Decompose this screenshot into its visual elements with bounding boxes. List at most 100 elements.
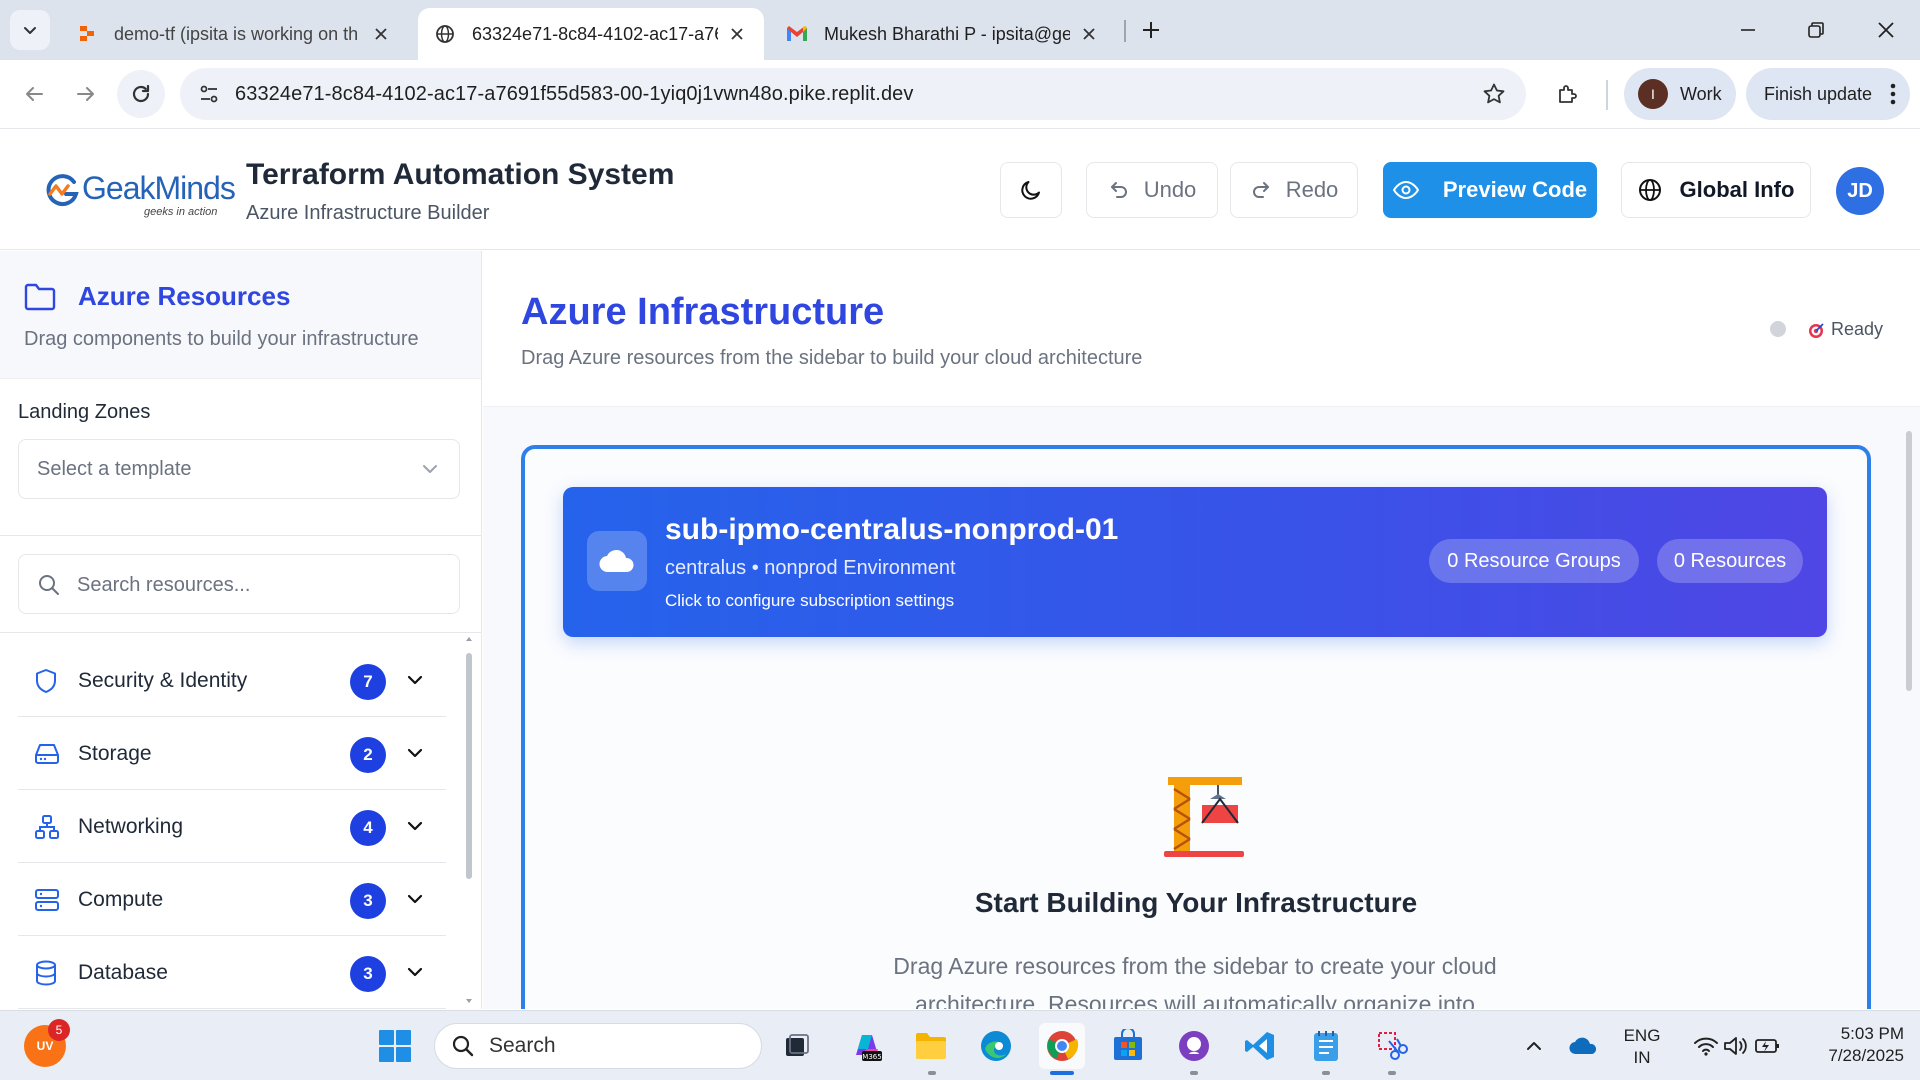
site-info-icon[interactable] — [198, 83, 220, 110]
category-database[interactable]: Database 3 — [18, 937, 446, 1009]
sidebar-header: Azure Resources Drag components to build… — [0, 251, 481, 379]
close-tab-icon[interactable] — [726, 23, 748, 45]
github-app[interactable] — [1171, 1023, 1217, 1069]
workspace-subtitle: Drag Azure resources from the sidebar to… — [521, 347, 1143, 369]
folder-icon — [24, 283, 56, 316]
extensions-button[interactable] — [1544, 70, 1592, 118]
reload-icon — [132, 84, 150, 103]
undo-icon — [1108, 179, 1130, 201]
taskbar-search[interactable]: Search — [434, 1023, 762, 1069]
github-icon — [1179, 1031, 1209, 1061]
preview-code-button[interactable]: Preview Code — [1383, 162, 1597, 218]
reload-button[interactable] — [117, 70, 165, 118]
finish-update-label: Finish update — [1764, 83, 1873, 104]
browser-tab-gmail[interactable]: Mukesh Bharathi P - ipsita@ge — [770, 8, 1116, 60]
language-indicator[interactable]: ENG IN — [1614, 1025, 1670, 1069]
chevron-down-icon[interactable] — [406, 817, 424, 840]
edge-app[interactable] — [973, 1023, 1019, 1069]
cloud-icon — [587, 531, 647, 591]
replit-icon — [76, 23, 98, 45]
resource-search[interactable] — [18, 554, 460, 614]
active-indicator — [1050, 1071, 1074, 1075]
bookmark-star-icon[interactable] — [1482, 82, 1506, 111]
scrollbar-thumb[interactable] — [466, 653, 472, 879]
minimize-button[interactable] — [1720, 8, 1776, 52]
running-indicator — [1388, 1071, 1396, 1075]
back-button[interactable] — [10, 70, 58, 118]
chevron-up-icon — [1527, 1042, 1541, 1050]
sidebar-subtitle: Drag components to build your infrastruc… — [24, 328, 419, 350]
snipping-tool-app[interactable] — [1369, 1023, 1415, 1069]
empty-state-title: Start Building Your Infrastructure — [974, 887, 1418, 918]
infrastructure-canvas[interactable]: sub-ipmo-centralus-nonprod-01 centralus … — [521, 445, 1871, 1009]
category-storage[interactable]: Storage 2 — [18, 718, 446, 790]
browser-tab-active[interactable]: 63324e71-8c84-4102-ac17-a76 — [418, 8, 764, 60]
scroll-down-icon[interactable] — [465, 997, 473, 1005]
chevron-down-icon[interactable] — [406, 744, 424, 767]
tab-list-button[interactable] — [10, 10, 50, 50]
template-select-value: Select a template — [37, 457, 192, 480]
resources-count: 0 Resources — [1657, 539, 1803, 583]
theme-toggle-button[interactable] — [1000, 162, 1062, 218]
sidebar-scrollbar[interactable] — [464, 635, 474, 1007]
divider — [0, 632, 481, 633]
status-label: Ready — [1831, 319, 1884, 339]
restore-button[interactable] — [1788, 8, 1844, 52]
workspace-scrollbar[interactable] — [1903, 411, 1915, 1007]
app-subtitle: Azure Infrastructure Builder — [246, 202, 490, 224]
address-bar[interactable]: 63324e71-8c84-4102-ac17-a7691f55d583-00-… — [180, 68, 1526, 120]
category-label: Networking — [78, 814, 184, 838]
empty-state-description: Drag Azure resources from the sidebar to… — [893, 953, 1497, 1009]
finish-update-button[interactable]: Finish update — [1746, 68, 1910, 120]
category-networking[interactable]: Networking 4 — [18, 791, 446, 863]
subscription-card[interactable]: sub-ipmo-centralus-nonprod-01 centralus … — [563, 487, 1827, 637]
scroll-up-icon[interactable] — [465, 635, 473, 643]
show-hidden-icons-button[interactable] — [1514, 1023, 1554, 1069]
close-window-button[interactable] — [1858, 8, 1914, 52]
profile-button[interactable]: I Work — [1624, 68, 1736, 120]
subscription-name: sub-ipmo-centralus-nonprod-01 — [665, 513, 1119, 546]
scrollbar-thumb[interactable] — [1906, 431, 1912, 691]
template-select[interactable]: Select a template — [18, 439, 460, 499]
scissors-icon — [1378, 1032, 1408, 1060]
browser-toolbar: 63324e71-8c84-4102-ac17-a7691f55d583-00-… — [0, 60, 1920, 129]
close-tab-icon[interactable] — [1078, 23, 1100, 45]
search-input[interactable] — [77, 569, 437, 601]
subscription-environment: centralus • nonprod Environment — [665, 557, 956, 579]
category-compute[interactable]: Compute 3 — [18, 864, 446, 936]
browser-tab-replit-demo[interactable]: demo-tf (ipsita is working on th — [60, 8, 408, 60]
file-explorer-app[interactable] — [908, 1023, 954, 1069]
notepad-app[interactable] — [1303, 1023, 1349, 1069]
notepad-icon — [1314, 1031, 1338, 1061]
user-avatar[interactable]: JD — [1836, 167, 1884, 215]
onedrive-button[interactable] — [1562, 1023, 1606, 1069]
close-tab-icon[interactable] — [370, 23, 392, 45]
category-count-badge: 4 — [350, 810, 386, 846]
category-security-identity[interactable]: Security & Identity 7 — [18, 645, 446, 717]
global-info-button[interactable]: Global Info — [1621, 162, 1811, 218]
store-app[interactable] — [1105, 1023, 1151, 1069]
chevron-down-icon[interactable] — [406, 890, 424, 913]
chrome-app[interactable] — [1039, 1023, 1085, 1069]
forward-button[interactable] — [62, 70, 110, 118]
vscode-app[interactable] — [1237, 1023, 1283, 1069]
profile-avatar: I — [1638, 79, 1668, 109]
battery-button[interactable] — [1748, 1023, 1788, 1069]
arrow-left-icon — [26, 87, 43, 101]
redo-button[interactable]: Redo — [1230, 162, 1358, 218]
clock[interactable]: 5:03 PM 7/28/2025 — [1800, 1023, 1904, 1067]
undo-label: Undo — [1143, 177, 1197, 202]
windows-logo-icon — [379, 1030, 411, 1062]
task-view-button[interactable] — [774, 1023, 820, 1069]
onedrive-cloud-icon — [1569, 1037, 1597, 1055]
puzzle-icon — [1559, 85, 1577, 103]
chevron-down-icon — [421, 460, 439, 484]
browser-tab-bar: demo-tf (ipsita is working on th 63324e7… — [0, 0, 1920, 60]
user-widget-avatar[interactable]: UV 5 — [24, 1019, 70, 1067]
chevron-down-icon[interactable] — [406, 963, 424, 986]
start-button[interactable] — [372, 1023, 418, 1069]
new-tab-button[interactable] — [1126, 8, 1176, 52]
undo-button[interactable]: Undo — [1086, 162, 1218, 218]
chevron-down-icon[interactable] — [406, 671, 424, 694]
m365-app[interactable]: M365 — [844, 1023, 890, 1069]
